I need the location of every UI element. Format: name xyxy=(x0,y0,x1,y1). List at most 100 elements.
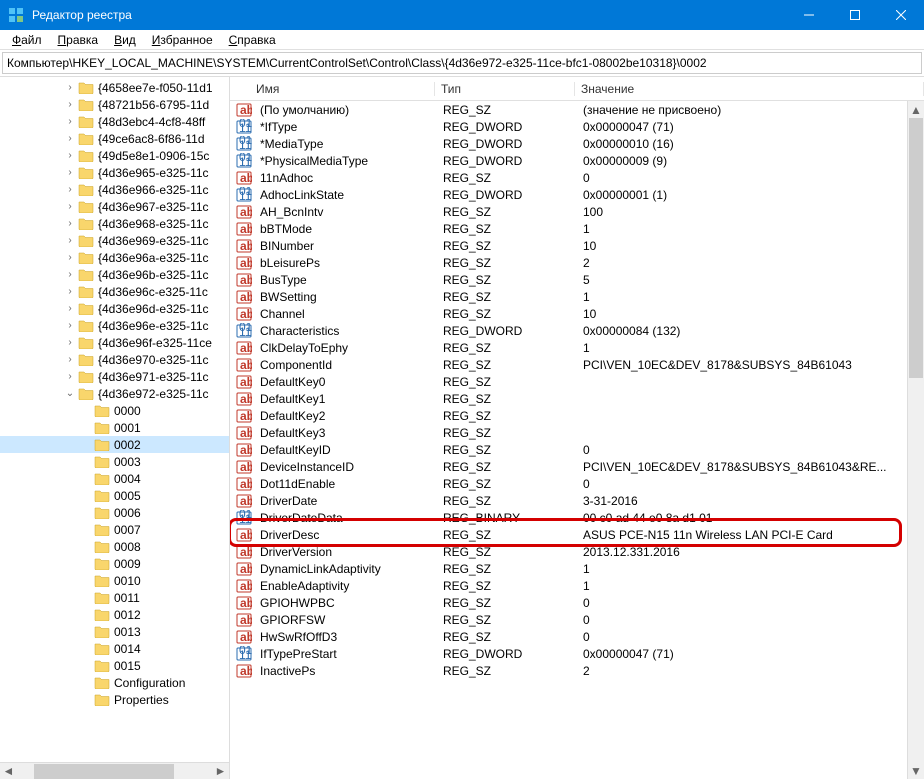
expander-icon[interactable] xyxy=(80,405,92,416)
expander-icon[interactable] xyxy=(80,575,92,586)
expander-icon[interactable]: › xyxy=(64,235,76,246)
scroll-left-icon[interactable]: ◄ xyxy=(0,763,17,779)
tree-item[interactable]: ›{4d36e96c-e325-11c xyxy=(0,283,229,300)
tree-item[interactable]: ›{4d36e968-e325-11c xyxy=(0,215,229,232)
expander-icon[interactable]: › xyxy=(64,337,76,348)
expander-icon[interactable]: › xyxy=(64,201,76,212)
expander-icon[interactable] xyxy=(80,541,92,552)
scroll-thumb[interactable] xyxy=(909,118,923,378)
tree-item[interactable]: 0000 xyxy=(0,402,229,419)
tree-item[interactable]: ›{49ce6ac8-6f86-11d xyxy=(0,130,229,147)
expander-icon[interactable]: › xyxy=(64,99,76,110)
expander-icon[interactable]: › xyxy=(64,371,76,382)
expander-icon[interactable] xyxy=(80,677,92,688)
expander-icon[interactable]: › xyxy=(64,167,76,178)
tree-item[interactable]: 0011 xyxy=(0,589,229,606)
expander-icon[interactable] xyxy=(80,473,92,484)
scroll-up-icon[interactable]: ▲ xyxy=(908,101,924,118)
list-row[interactable]: abHwSwRfOffD3REG_SZ0 xyxy=(230,628,924,645)
list-row[interactable]: abDefaultKeyIDREG_SZ0 xyxy=(230,441,924,458)
list-row[interactable]: ab11nAdhocREG_SZ0 xyxy=(230,169,924,186)
list-row[interactable]: abDefaultKey0REG_SZ xyxy=(230,373,924,390)
list-row[interactable]: abDriverVersionREG_SZ2013.12.331.2016 xyxy=(230,543,924,560)
expander-icon[interactable] xyxy=(80,422,92,433)
expander-icon[interactable]: › xyxy=(64,184,76,195)
tree-item[interactable]: 0002 xyxy=(0,436,229,453)
tree-item[interactable]: 0014 xyxy=(0,640,229,657)
list-row[interactable]: abInactivePsREG_SZ2 xyxy=(230,662,924,679)
expander-icon[interactable]: › xyxy=(64,354,76,365)
menu-favorites[interactable]: Избранное xyxy=(144,31,221,49)
list-row[interactable]: abDriverDateREG_SZ3-31-2016 xyxy=(230,492,924,509)
expander-icon[interactable] xyxy=(80,643,92,654)
tree-item[interactable]: 0012 xyxy=(0,606,229,623)
tree-item[interactable]: 0013 xyxy=(0,623,229,640)
close-button[interactable] xyxy=(878,0,924,30)
list-row[interactable]: abDot11dEnableREG_SZ0 xyxy=(230,475,924,492)
tree-item[interactable]: ›{4d36e967-e325-11c xyxy=(0,198,229,215)
expander-icon[interactable]: › xyxy=(64,116,76,127)
tree-item[interactable]: ›{4d36e971-e325-11c xyxy=(0,368,229,385)
tree-item[interactable]: ›{4d36e96d-e325-11c xyxy=(0,300,229,317)
list-row[interactable]: abDriverDescREG_SZASUS PCE-N15 11n Wirel… xyxy=(230,526,924,543)
tree-item[interactable]: ›{4658ee7e-f050-11d1 xyxy=(0,79,229,96)
tree-item[interactable]: ›{48721b56-6795-11d xyxy=(0,96,229,113)
tree-item[interactable]: 0009 xyxy=(0,555,229,572)
list-row[interactable]: 011110IfTypePreStartREG_DWORD0x00000047 … xyxy=(230,645,924,662)
expander-icon[interactable] xyxy=(80,490,92,501)
list-vertical-scrollbar[interactable]: ▲ ▼ xyxy=(907,101,924,779)
tree-item[interactable]: ›{4d36e965-e325-11c xyxy=(0,164,229,181)
tree-item[interactable]: 0007 xyxy=(0,521,229,538)
list-row[interactable]: 011110DriverDateDataREG_BINARY00 c0 ad 4… xyxy=(230,509,924,526)
expander-icon[interactable] xyxy=(80,456,92,467)
list-row[interactable]: 011110*IfTypeREG_DWORD0x00000047 (71) xyxy=(230,118,924,135)
list-row[interactable]: 011110*MediaTypeREG_DWORD0x00000010 (16) xyxy=(230,135,924,152)
menu-edit[interactable]: Правка xyxy=(50,31,107,49)
list-row[interactable]: abChannelREG_SZ10 xyxy=(230,305,924,322)
scroll-right-icon[interactable]: ► xyxy=(212,763,229,779)
expander-icon[interactable]: ⌄ xyxy=(64,388,76,399)
tree-item[interactable]: ›{49d5e8e1-0906-15c xyxy=(0,147,229,164)
tree-item[interactable]: ⌄{4d36e972-e325-11c xyxy=(0,385,229,402)
list-row[interactable]: abDynamicLinkAdaptivityREG_SZ1 xyxy=(230,560,924,577)
expander-icon[interactable]: › xyxy=(64,82,76,93)
tree-item[interactable]: Properties xyxy=(0,691,229,708)
menu-file[interactable]: Файл xyxy=(4,31,50,49)
tree-item[interactable]: ›{4d36e96f-e325-11ce xyxy=(0,334,229,351)
expander-icon[interactable]: › xyxy=(64,218,76,229)
tree-horizontal-scrollbar[interactable]: ◄ ► xyxy=(0,762,229,779)
address-bar[interactable]: Компьютер\HKEY_LOCAL_MACHINE\SYSTEM\Curr… xyxy=(2,52,922,74)
expander-icon[interactable]: › xyxy=(64,320,76,331)
maximize-button[interactable] xyxy=(832,0,878,30)
expander-icon[interactable] xyxy=(80,592,92,603)
menu-help[interactable]: Справка xyxy=(221,31,284,49)
tree-item[interactable]: 0015 xyxy=(0,657,229,674)
tree-item[interactable]: 0001 xyxy=(0,419,229,436)
tree-item[interactable]: ›{4d36e970-e325-11c xyxy=(0,351,229,368)
list-row[interactable]: abEnableAdaptivityREG_SZ1 xyxy=(230,577,924,594)
expander-icon[interactable]: › xyxy=(64,303,76,314)
list-row[interactable]: abDeviceInstanceIDREG_SZPCI\VEN_10EC&DEV… xyxy=(230,458,924,475)
list-row[interactable]: abDefaultKey1REG_SZ xyxy=(230,390,924,407)
tree-item[interactable]: ›{4d36e966-e325-11c xyxy=(0,181,229,198)
expander-icon[interactable]: › xyxy=(64,269,76,280)
list-row[interactable]: abbBTModeREG_SZ1 xyxy=(230,220,924,237)
scroll-down-icon[interactable]: ▼ xyxy=(908,762,924,779)
list-row[interactable]: 011110*PhysicalMediaTypeREG_DWORD0x00000… xyxy=(230,152,924,169)
expander-icon[interactable] xyxy=(80,694,92,705)
column-type[interactable]: Тип xyxy=(435,82,575,96)
expander-icon[interactable] xyxy=(80,626,92,637)
column-value[interactable]: Значение xyxy=(575,82,924,96)
list-row[interactable]: abComponentIdREG_SZPCI\VEN_10EC&DEV_8178… xyxy=(230,356,924,373)
list-row[interactable]: abbLeisurePsREG_SZ2 xyxy=(230,254,924,271)
list-row[interactable]: abBusTypeREG_SZ5 xyxy=(230,271,924,288)
tree-item[interactable]: 0005 xyxy=(0,487,229,504)
expander-icon[interactable] xyxy=(80,439,92,450)
expander-icon[interactable]: › xyxy=(64,150,76,161)
menu-view[interactable]: Вид xyxy=(106,31,144,49)
tree-item[interactable]: ›{4d36e969-e325-11c xyxy=(0,232,229,249)
list-row[interactable]: abGPIOHWPBCREG_SZ0 xyxy=(230,594,924,611)
list-row[interactable]: abDefaultKey3REG_SZ xyxy=(230,424,924,441)
list-row[interactable]: 011110CharacteristicsREG_DWORD0x00000084… xyxy=(230,322,924,339)
expander-icon[interactable]: › xyxy=(64,133,76,144)
